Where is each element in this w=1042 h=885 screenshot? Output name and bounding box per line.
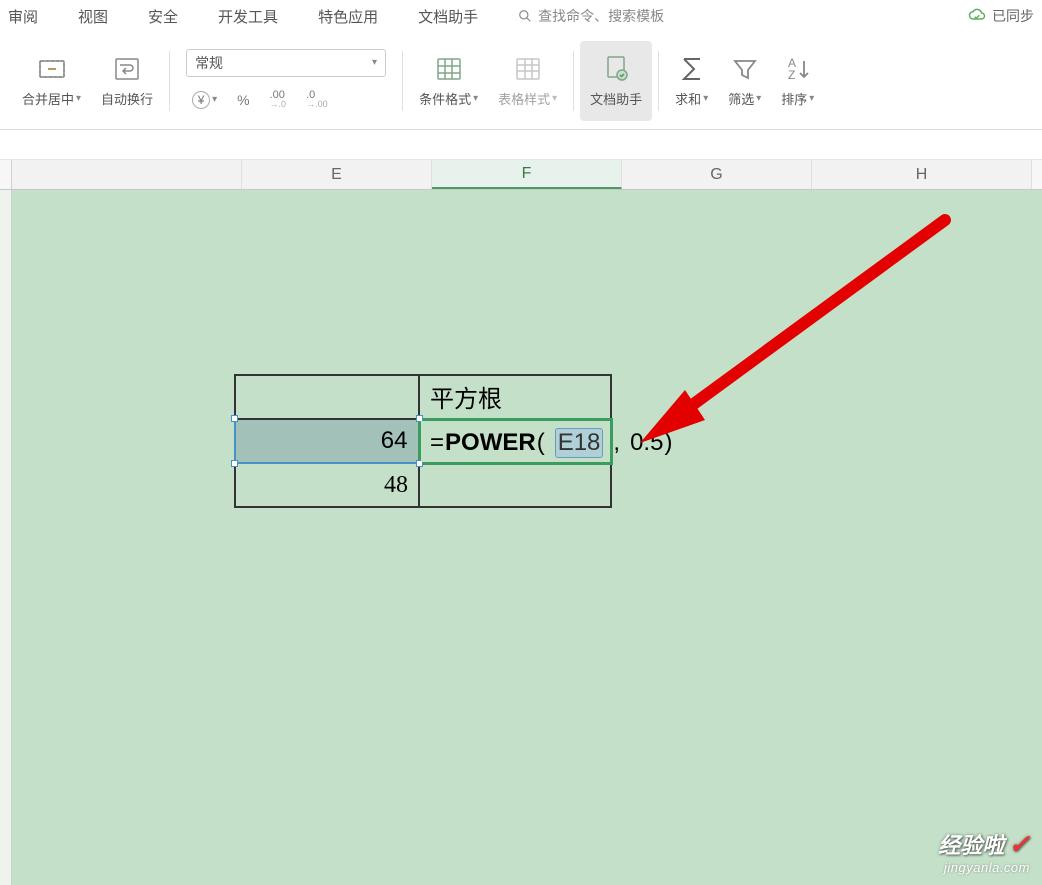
cell-e18-value: 64	[381, 427, 408, 454]
row-gutter	[0, 190, 12, 885]
sort-label: 排序	[781, 89, 807, 108]
sort-icon: AZ	[782, 53, 814, 85]
watermark-url: jingyanla.com	[938, 860, 1030, 875]
percent-icon: %	[237, 92, 249, 108]
decrease-decimal-button[interactable]: .0→.00	[300, 87, 334, 113]
sum-icon	[676, 53, 708, 85]
check-icon: ✓	[1008, 829, 1030, 860]
caret-down-icon: ▾	[212, 94, 217, 105]
ribbon: 合并居中▾ 自动换行 常规 ▾ ¥ ▾ % .00→.0 .0→.00	[0, 32, 1042, 130]
caret-down-icon: ▾	[372, 57, 377, 68]
menu-doc-assist[interactable]: 文档助手	[418, 6, 478, 27]
caret-down-icon: ▾	[809, 93, 814, 104]
table-style-icon	[512, 53, 544, 85]
cond-format-icon	[433, 53, 465, 85]
formula-equals: =	[430, 429, 444, 457]
table-style-label: 表格样式	[498, 89, 550, 108]
selection-handle[interactable]	[231, 415, 238, 422]
formula-editing-text[interactable]: =POWER( E18, 0.5)	[430, 428, 672, 458]
menu-view[interactable]: 视图	[78, 6, 108, 27]
currency-button[interactable]: ¥ ▾	[186, 87, 223, 113]
merge-center-button[interactable]: 合并居中▾	[12, 41, 91, 121]
cond-format-label: 条件格式	[419, 89, 471, 108]
formula-cell-ref: E18	[555, 428, 604, 458]
search-icon	[518, 9, 532, 23]
watermark: 经验啦 ✓ jingyanla.com	[938, 828, 1030, 875]
caret-down-icon: ▾	[756, 93, 761, 104]
conditional-format-button[interactable]: 条件格式▾	[409, 41, 488, 121]
caret-down-icon: ▾	[473, 93, 478, 104]
doc-assist-label: 文档助手	[590, 89, 642, 108]
formula-paren-close: )	[664, 429, 672, 457]
formula-bar-area	[0, 130, 1042, 160]
currency-icon: ¥	[192, 91, 210, 109]
caret-down-icon: ▾	[703, 93, 708, 104]
wrap-text-button[interactable]: 自动换行	[91, 41, 163, 121]
selection-handle[interactable]	[231, 460, 238, 467]
cell-f19[interactable]	[419, 463, 611, 507]
menubar-items: 审阅 视图 安全 开发工具 特色应用 文档助手	[8, 6, 478, 27]
sync-status[interactable]: 已同步	[968, 6, 1034, 26]
filter-label: 筛选	[728, 89, 754, 108]
svg-text:Z: Z	[788, 68, 795, 82]
menubar: 审阅 视图 安全 开发工具 特色应用 文档助手 查找命令、搜索模板 已同步	[0, 0, 1042, 32]
sum-label: 求和	[675, 89, 701, 108]
menu-security[interactable]: 安全	[148, 6, 178, 27]
merge-icon	[36, 53, 68, 85]
caret-down-icon: ▾	[76, 93, 81, 104]
filter-icon	[729, 53, 761, 85]
merge-label: 合并居中	[22, 89, 74, 108]
watermark-text: 经验啦	[938, 828, 1004, 860]
col-head-h[interactable]: H	[812, 160, 1032, 189]
menu-devtools[interactable]: 开发工具	[218, 6, 278, 27]
sync-label: 已同步	[992, 6, 1034, 26]
comma-style-button[interactable]: .00→.0	[264, 87, 293, 113]
formula-func-name: POWER	[445, 429, 536, 457]
cell-e17[interactable]	[235, 375, 419, 419]
cell-f17[interactable]: 平方根	[419, 375, 611, 419]
col-head-f[interactable]: F	[432, 160, 622, 189]
caret-down-icon: ▾	[552, 93, 557, 104]
col-head-e[interactable]: E	[242, 160, 432, 189]
filter-button[interactable]: 筛选▾	[718, 41, 771, 121]
corner-cell[interactable]	[0, 160, 12, 189]
spreadsheet-grid[interactable]: 平方根 64 48 =POWER( E18, 0.5)	[0, 190, 1042, 885]
search-placeholder: 查找命令、搜索模板	[538, 6, 664, 26]
cell-e18-selected[interactable]: 64	[235, 419, 419, 463]
table-style-button[interactable]: 表格样式▾	[488, 41, 567, 121]
formula-comma: ,	[613, 429, 620, 457]
menu-features[interactable]: 特色应用	[318, 6, 378, 27]
cell-e19[interactable]: 48	[235, 463, 419, 507]
wrap-label: 自动换行	[101, 89, 153, 108]
doc-assist-icon	[600, 53, 632, 85]
wrap-icon	[111, 53, 143, 85]
column-headers: E F G H	[0, 160, 1042, 190]
number-format-select[interactable]: 常规 ▾	[186, 49, 386, 77]
number-format-group: 常规 ▾ ¥ ▾ % .00→.0 .0→.00	[176, 49, 396, 113]
formula-paren-open: (	[537, 429, 545, 457]
format-select-value: 常规	[195, 53, 223, 73]
menu-review[interactable]: 审阅	[8, 6, 38, 27]
sum-button[interactable]: 求和▾	[665, 41, 718, 121]
formula-arg2: 0.5	[630, 429, 663, 457]
col-head-g[interactable]: G	[622, 160, 812, 189]
search-area[interactable]: 查找命令、搜索模板	[518, 6, 664, 26]
sort-button[interactable]: AZ 排序▾	[771, 41, 824, 121]
percent-button[interactable]: %	[231, 88, 255, 112]
doc-assist-button[interactable]: 文档助手	[580, 41, 652, 121]
cloud-sync-icon	[968, 7, 986, 25]
